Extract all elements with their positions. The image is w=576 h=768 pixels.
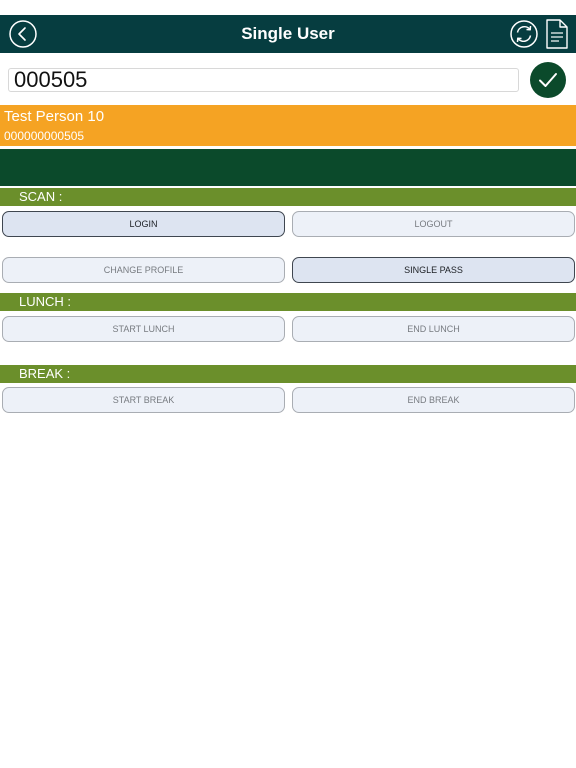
lunch-section-header: LUNCH :: [0, 293, 576, 311]
scan-section-header: SCAN :: [0, 188, 576, 206]
document-icon: [546, 19, 568, 49]
confirm-button[interactable]: [530, 62, 566, 98]
change-profile-button[interactable]: CHANGE PROFILE: [2, 257, 285, 283]
user-id-input[interactable]: [8, 68, 519, 92]
login-button[interactable]: LOGIN: [2, 211, 285, 237]
status-bar-area: [0, 0, 576, 15]
status-band: [0, 149, 576, 186]
refresh-icon: [510, 20, 538, 48]
break-section-header: BREAK :: [0, 365, 576, 383]
chevron-left-circle-icon: [9, 20, 37, 48]
start-break-button[interactable]: START BREAK: [2, 387, 285, 413]
document-button[interactable]: [545, 18, 569, 50]
break-section-label: BREAK :: [19, 366, 71, 381]
end-break-button[interactable]: END BREAK: [292, 387, 575, 413]
end-lunch-button[interactable]: END LUNCH: [292, 316, 575, 342]
back-button[interactable]: [8, 19, 38, 49]
start-lunch-button[interactable]: START LUNCH: [2, 316, 285, 342]
user-info-bar: Test Person 10 000000000505: [0, 105, 576, 146]
user-name: Test Person 10: [4, 108, 105, 125]
navigation-bar: Single User: [0, 15, 576, 53]
single-pass-button[interactable]: SINGLE PASS: [292, 257, 575, 283]
scan-section-label: SCAN :: [19, 189, 63, 204]
logout-button[interactable]: LOGOUT: [292, 211, 575, 237]
user-id: 000000000505: [4, 129, 85, 143]
lunch-section-label: LUNCH :: [19, 294, 72, 309]
single-user-screen: Single User 000505 Test Person 10 000000…: [0, 0, 576, 768]
checkmark-icon: [539, 73, 557, 87]
refresh-button[interactable]: [509, 19, 539, 49]
page-title: Single User: [241, 24, 335, 43]
